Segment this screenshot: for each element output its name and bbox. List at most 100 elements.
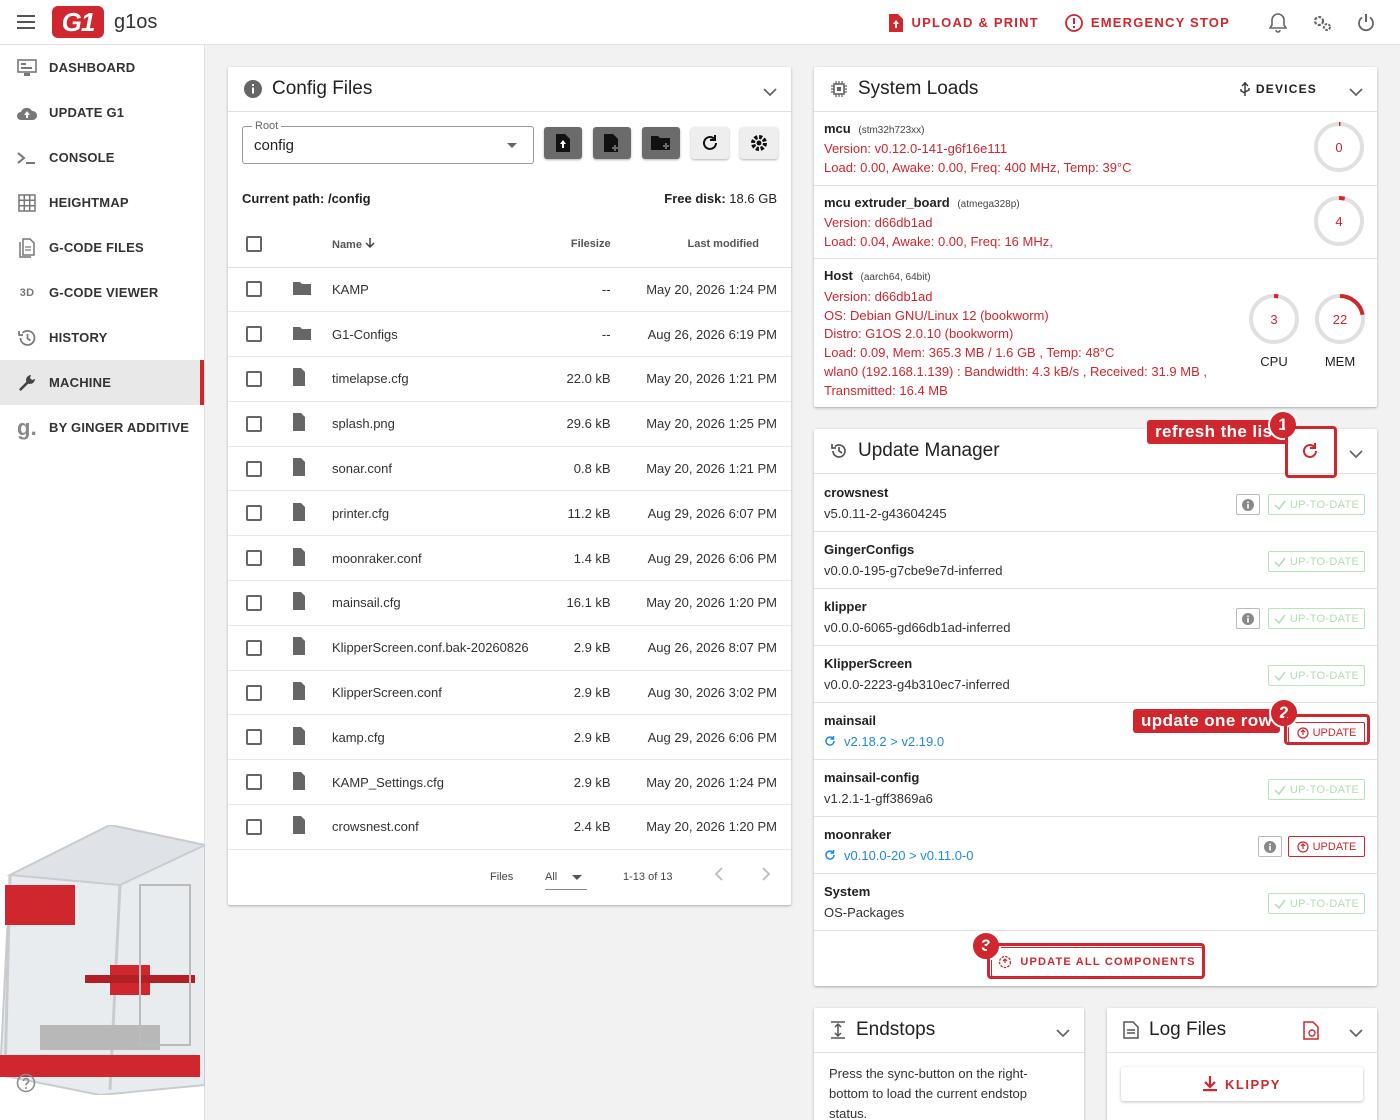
table-row[interactable]: printer.cfg 11.2 kB Aug 29, 2026 6:07 PM [228, 490, 791, 537]
emergency-stop-label: EMERGENCY STOP [1090, 15, 1230, 30]
file-name[interactable]: KlipperScreen.conf [332, 670, 558, 716]
sidebar-item-console[interactable]: CONSOLE [0, 135, 204, 180]
brand-name: g1os [114, 10, 158, 33]
row-checkbox[interactable] [246, 818, 262, 835]
file-size: 2.9 kB [557, 625, 625, 671]
table-row[interactable]: KAMP_Settings.cfg 2.9 kB May 20, 2026 1:24… [228, 759, 791, 806]
component-version[interactable]: v2.18.2 > v2.19.0 [824, 734, 944, 749]
create-folder-button[interactable] [642, 127, 680, 159]
file-plus-icon [604, 134, 618, 152]
klippy-download-button[interactable]: KLIPPY [1121, 1067, 1363, 1101]
bell-icon[interactable] [1256, 0, 1300, 45]
file-name[interactable]: kamp.cfg [332, 714, 558, 761]
sidebar-item-dashboard[interactable]: DASHBOARD [0, 45, 204, 90]
table-row[interactable]: timelapse.cfg 22.0 kB May 20, 2026 1:21 PM [228, 356, 791, 402]
emergency-stop-button[interactable]: EMERGENCY STOP [1064, 13, 1230, 32]
table-row[interactable]: crowsnest.conf 2.4 kB May 20, 2026 1:20 PM [228, 804, 791, 850]
sidebar-item-machine[interactable]: MACHINE [0, 360, 204, 405]
sidebar-item-gcode-files[interactable]: G-CODE FILES [0, 225, 204, 270]
sidebar-item-heightmap[interactable]: HEIGHTMAP [0, 180, 204, 225]
root-select[interactable]: Root config [242, 120, 534, 164]
chevron-right-icon[interactable] [761, 867, 771, 884]
table-row[interactable]: G1-Configs -- Aug 26, 2026 6:19 PM [228, 311, 791, 358]
file-name[interactable]: KAMP_Settings.cfg [332, 759, 558, 806]
host-details: Version: d66db1ad OS: Debian GNU/Linux 1… [824, 289, 1207, 398]
chevron-down-icon[interactable] [1349, 1022, 1363, 1044]
settings-button[interactable] [740, 127, 778, 159]
brand-logo[interactable]: G1 [52, 6, 104, 38]
cpu-gauge: 3 [1249, 294, 1299, 344]
table-row[interactable]: moonraker.conf 1.4 kB Aug 29, 2026 6:06 PM [228, 535, 791, 582]
update-button[interactable]: UPDATE [1288, 836, 1365, 857]
component-name: mainsail-config [824, 770, 920, 785]
host-row: Host (aarch64, 64bit) Version: d66db1ad … [814, 259, 1377, 407]
power-icon[interactable] [1344, 0, 1388, 45]
table-row[interactable]: sonar.conf 0.8 kB May 20, 2026 1:21 PM [228, 446, 791, 492]
file-size: 2.9 kB [557, 714, 625, 761]
row-checkbox[interactable] [246, 281, 262, 298]
row-checkbox[interactable] [246, 370, 262, 387]
update-row: mainsail-config v1.2.1-1-gff3869a6 UP-TO-D… [814, 760, 1377, 817]
file-name[interactable]: crowsnest.conf [332, 804, 558, 850]
column-filesize[interactable]: Filesize [557, 222, 625, 268]
file-upload-icon [556, 134, 570, 152]
table-row[interactable]: splash.png 29.6 kB May 20, 2026 1:25 PM [228, 401, 791, 447]
file-name[interactable]: moonraker.conf [332, 535, 558, 582]
refresh-button[interactable] [691, 127, 729, 159]
settings-cogs-icon[interactable] [1300, 0, 1344, 45]
table-row[interactable]: KlipperScreen.conf 2.9 kB Aug 30, 2026 3:0… [228, 670, 791, 716]
upload-file-button[interactable] [544, 127, 582, 159]
file-name[interactable]: sonar.conf [332, 446, 558, 492]
component-info-button[interactable] [1236, 608, 1260, 629]
row-checkbox[interactable] [246, 550, 262, 567]
column-modified[interactable]: Last modified [624, 222, 791, 268]
component-info-button[interactable] [1258, 836, 1282, 857]
component-version: v0.0.0-195-g7cbe9e7d-inferred [824, 563, 1003, 578]
select-all-checkbox[interactable] [246, 236, 262, 253]
component-version[interactable]: v0.10.0-20 > v0.11.0-0 [824, 848, 974, 863]
sidebar-item-gcode-viewer[interactable]: 3D G-CODE VIEWER [0, 270, 204, 315]
mcu-chip: (stm32h723xx) [858, 125, 925, 136]
help-icon[interactable] [16, 1073, 36, 1098]
row-checkbox[interactable] [246, 460, 262, 477]
file-name[interactable]: G1-Configs [332, 311, 558, 358]
component-info-button[interactable] [1236, 494, 1260, 515]
file-name[interactable]: KAMP [332, 267, 558, 313]
per-page-select[interactable]: All [545, 864, 587, 890]
row-checkbox[interactable] [246, 415, 262, 432]
file-name[interactable]: timelapse.cfg [332, 356, 558, 402]
row-checkbox[interactable] [246, 774, 262, 791]
file-name[interactable]: splash.png [332, 401, 558, 447]
column-name[interactable]: Name [332, 222, 558, 268]
row-checkbox[interactable] [246, 684, 262, 701]
row-checkbox[interactable] [246, 505, 262, 522]
file-refresh-icon[interactable] [1303, 1021, 1319, 1046]
top-bar: G1 g1os UPLOAD & PRINT EMERGENCY STOP [0, 0, 1400, 45]
chevron-down-icon[interactable] [763, 81, 777, 103]
row-checkbox[interactable] [246, 594, 262, 611]
chevron-down-icon[interactable] [1056, 1022, 1070, 1044]
table-row[interactable]: mainsail.cfg 16.1 kB May 20, 2026 1:20 PM [228, 580, 791, 626]
mcu-version: Version: v0.12.0-141-g6f16e111 [824, 141, 1008, 156]
table-row[interactable]: kamp.cfg 2.9 kB Aug 29, 2026 6:06 PM [228, 714, 791, 761]
chevron-down-icon[interactable] [1349, 81, 1363, 103]
sidebar-item-ginger[interactable]: g. BY GINGER ADDITIVE [0, 405, 204, 450]
file-name[interactable]: mainsail.cfg [332, 580, 558, 626]
devices-button[interactable]: DEVICES [1240, 82, 1317, 96]
chevron-left-icon[interactable] [714, 867, 724, 884]
create-file-button[interactable] [593, 127, 631, 159]
row-checkbox[interactable] [246, 326, 262, 343]
menu-icon[interactable] [0, 0, 52, 45]
table-row[interactable]: KAMP -- May 20, 2026 1:24 PM [228, 267, 791, 313]
file-name[interactable]: KlipperScreen.conf.bak-20260826 [332, 625, 558, 671]
sidebar-item-update-g1[interactable]: UPDATE G1 [0, 90, 204, 135]
sidebar-item-history[interactable]: HISTORY [0, 315, 204, 360]
table-row[interactable]: KlipperScreen.conf.bak-20260826 2.9 kB Aug… [228, 625, 791, 671]
console-icon [16, 147, 38, 169]
file-name[interactable]: printer.cfg [332, 490, 558, 537]
chevron-down-icon[interactable] [1349, 443, 1363, 465]
row-checkbox[interactable] [246, 729, 262, 746]
row-checkbox[interactable] [246, 639, 262, 656]
update-row: System OS-Packages UP-TO-DATE [814, 874, 1377, 931]
upload-print-button[interactable]: UPLOAD & PRINT [888, 13, 1039, 32]
